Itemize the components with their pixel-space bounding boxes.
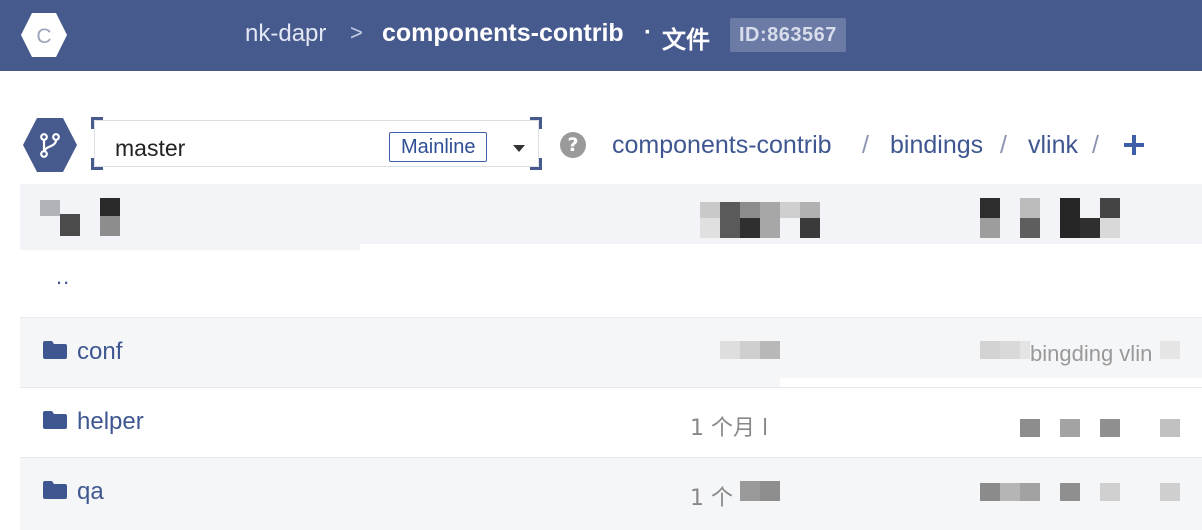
breadcrumb-repo-link[interactable]: components-contrib — [382, 19, 624, 48]
logo-icon[interactable]: C — [20, 11, 68, 59]
path-separator: / — [862, 131, 869, 159]
commit-message[interactable]: bingding vlin — [1030, 341, 1152, 367]
folder-icon — [43, 411, 67, 429]
path-segment-bindings[interactable]: bindings — [890, 131, 983, 161]
folder-name-link[interactable]: conf — [77, 338, 122, 366]
table-row[interactable]: qa 1 个 — [20, 457, 1202, 530]
last-updated-time: 1 个 — [690, 486, 733, 511]
file-table: .. conf bingding vlin helper 1 个月 l qa 1… — [20, 184, 1202, 530]
branch-icon — [23, 118, 77, 172]
path-segment-vlink: vlink — [1028, 131, 1079, 159]
table-row-parent[interactable]: .. — [20, 250, 1202, 317]
add-icon[interactable] — [1124, 135, 1144, 155]
svg-text:C: C — [36, 25, 51, 48]
path-separator: / — [1000, 131, 1007, 159]
caret-down-icon[interactable] — [513, 145, 525, 152]
path-separator: / — [1092, 131, 1099, 159]
last-updated-time: 1 个月 l — [690, 416, 769, 441]
chevron-right-icon: > — [350, 20, 363, 45]
table-header-row — [20, 184, 1202, 250]
folder-icon — [43, 481, 67, 499]
help-icon[interactable]: ? — [560, 132, 586, 158]
branch-mainline-badge: Mainline — [389, 132, 488, 162]
table-row[interactable]: conf bingding vlin — [20, 317, 1202, 387]
folder-name-link[interactable]: helper — [77, 408, 144, 436]
top-navigation-bar: C nk-dapr > components-contrib · 文件 ID:8… — [0, 0, 1202, 71]
breadcrumb-dot: · — [644, 19, 652, 46]
folder-icon — [43, 341, 67, 359]
breadcrumb-owner-link[interactable]: nk-dapr — [245, 20, 326, 48]
branch-selector[interactable]: master Mainline — [91, 117, 542, 170]
parent-directory-link[interactable]: .. — [56, 264, 70, 290]
repo-id-badge: ID:863567 — [730, 18, 846, 52]
branch-select-field[interactable]: master Mainline — [94, 120, 539, 167]
breadcrumb-section-files: 文件 — [662, 26, 710, 54]
folder-name-link[interactable]: qa — [77, 478, 104, 506]
path-segment-repo[interactable]: components-contrib — [612, 131, 832, 161]
branch-name: master — [115, 135, 186, 161]
